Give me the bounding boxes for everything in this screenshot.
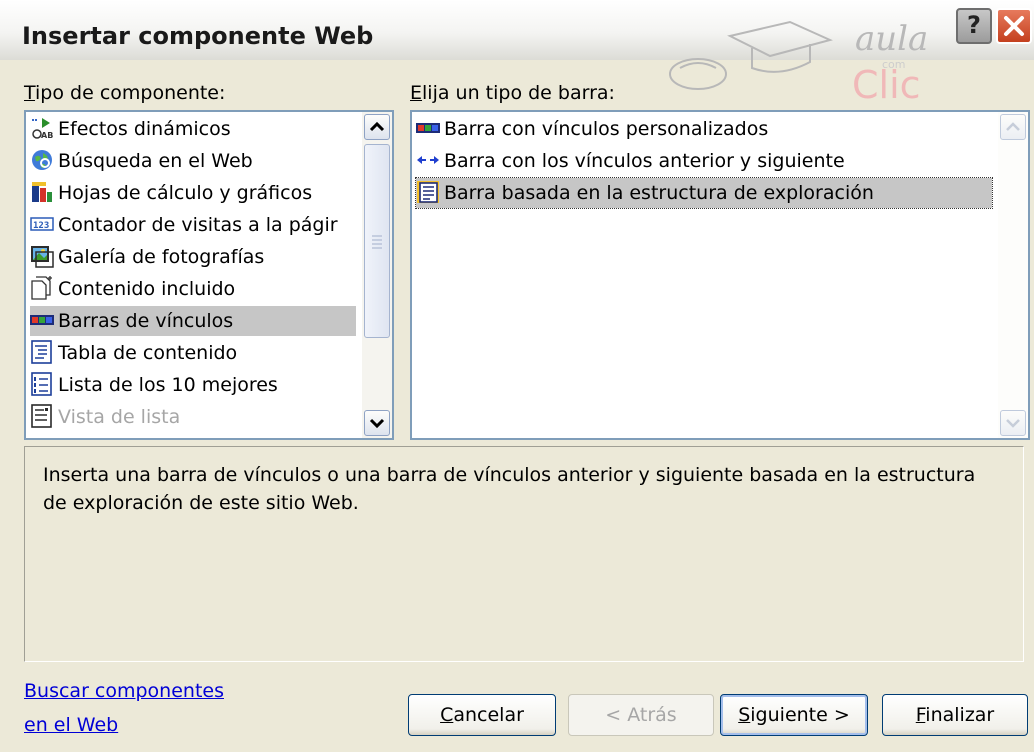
component-type-label: Tipo de componente:	[24, 82, 226, 104]
chevron-down-icon	[1006, 419, 1020, 428]
next-button[interactable]: Siguiente >	[720, 694, 868, 736]
table-of-contents-icon	[30, 339, 54, 364]
chevron-up-icon	[1006, 122, 1020, 131]
title-bar[interactable]: Insertar componente Web aula com Clic ?	[0, 0, 1034, 102]
aulaclic-watermark: aula com Clic	[669, 19, 928, 102]
list-item-barras-vinculos[interactable]: Barras de vínculos	[30, 306, 356, 336]
list-view-icon	[30, 403, 54, 428]
insert-web-component-dialog: Insertar componente Web aula com Clic ? …	[0, 0, 1034, 752]
description-box: Inserta una barra de vínculos o una barr…	[24, 446, 1024, 662]
list-item-vista-lista[interactable]: Vista de lista	[30, 402, 360, 432]
back-next-arrows-icon	[416, 148, 440, 172]
help-button[interactable]: ?	[956, 8, 992, 44]
svg-text:AB: AB	[41, 131, 53, 140]
scroll-down-button[interactable]	[364, 410, 390, 436]
component-type-list[interactable]: AB Efectos dinámicos Búsqueda en el Web H…	[24, 110, 394, 440]
list-item-barra-personalizados[interactable]: Barra con vínculos personalizados	[416, 114, 992, 144]
list-item-contador-visitas[interactable]: 123 Contador de visitas a la págir	[30, 210, 360, 240]
dialog-title: Insertar componente Web	[22, 22, 374, 50]
scroll-up-button[interactable]	[364, 114, 390, 140]
bar-scroll-up-button[interactable]	[1000, 114, 1026, 140]
grip-icon	[372, 235, 382, 249]
spreadsheet-charts-icon	[30, 180, 54, 204]
find-components-link-line2[interactable]: en el Web	[24, 714, 118, 736]
bar-scroll-down-button[interactable]	[1000, 410, 1026, 436]
list-item-lista-10-mejores[interactable]: Lista de los 10 mejores	[30, 370, 360, 400]
chevron-down-icon	[369, 418, 385, 429]
bar-type-list[interactable]: Barra con vínculos personalizados Barra …	[410, 110, 1030, 440]
included-content-icon	[30, 275, 54, 300]
bar-list-scrollbar[interactable]	[998, 112, 1028, 438]
list-item-barra-estructura[interactable]: Barra basada en la estructura de explora…	[415, 177, 993, 209]
list-item-hojas-calculo[interactable]: Hojas de cálculo y gráficos	[30, 178, 360, 208]
close-icon	[1004, 16, 1024, 36]
list-item-tabla-contenido[interactable]: Tabla de contenido	[30, 338, 360, 368]
link-bar-icon	[30, 308, 54, 332]
photo-gallery-icon	[30, 244, 54, 268]
bar-type-label: Elija un tipo de barra:	[410, 82, 615, 104]
cancel-button[interactable]: Cancelar	[408, 694, 556, 736]
svg-text:123: 123	[33, 221, 49, 231]
list-item-busqueda-web[interactable]: Búsqueda en el Web	[30, 146, 360, 176]
web-search-icon	[30, 148, 54, 172]
list-item-barra-anterior-siguiente[interactable]: Barra con los vínculos anterior y siguie…	[416, 146, 992, 176]
scroll-thumb[interactable]	[364, 144, 390, 338]
list-item-galeria-fotografias[interactable]: Galería de fotografías	[30, 242, 360, 272]
watermark-aula-text: aula	[855, 19, 928, 59]
list-item-contenido-incluido[interactable]: Contenido incluido	[30, 274, 360, 304]
top-ten-list-icon	[30, 371, 54, 396]
component-list-scrollbar[interactable]	[362, 112, 392, 438]
dynamic-effects-icon: AB	[30, 116, 54, 140]
chevron-up-icon	[369, 121, 385, 132]
list-item-efectos-dinamicos[interactable]: AB Efectos dinámicos	[30, 114, 360, 144]
navigation-structure-icon	[416, 180, 440, 204]
find-components-link-line1[interactable]: Buscar componentes	[24, 680, 224, 702]
close-button[interactable]	[996, 8, 1032, 44]
description-text: Inserta una barra de vínculos o una barr…	[43, 464, 976, 514]
back-button[interactable]: < Atrás	[568, 694, 714, 736]
custom-link-bar-icon	[416, 116, 440, 140]
watermark-clic-text: Clic	[852, 63, 921, 102]
hit-counter-icon: 123	[30, 212, 54, 236]
finish-button[interactable]: Finalizar	[882, 694, 1028, 736]
